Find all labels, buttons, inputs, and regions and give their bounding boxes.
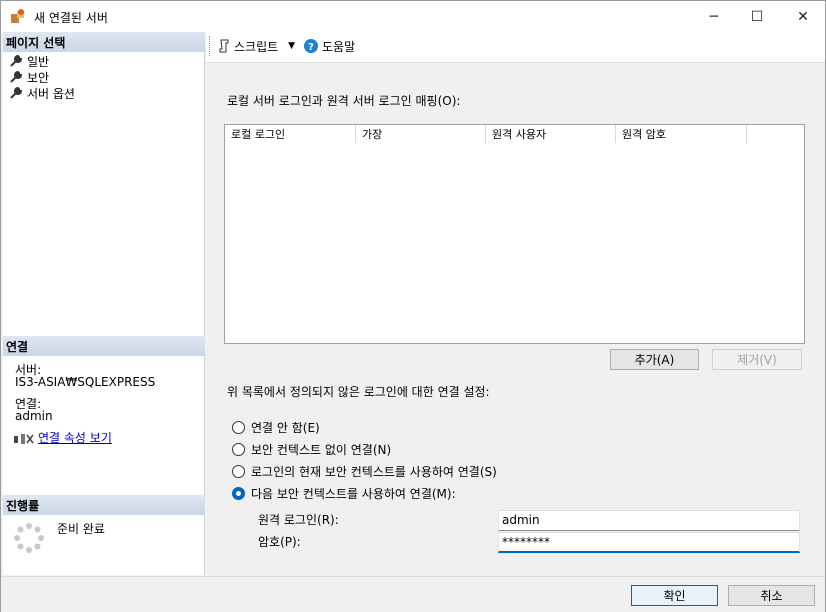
page-item-server-options[interactable]: 서버 옵션 xyxy=(9,85,75,101)
page-item-label: 일반 xyxy=(27,54,50,69)
radio-without-security-context[interactable]: 보안 컨텍스트 없이 연결(N) xyxy=(232,441,391,457)
password-label: 암호(P): xyxy=(258,535,301,549)
grid-column-impersonate[interactable]: 가장 xyxy=(356,125,486,143)
radio-label: 보안 컨텍스트 없이 연결(N) xyxy=(251,442,392,457)
radio-circle[interactable] xyxy=(232,420,245,434)
grid-column-remote-user[interactable]: 원격 사용자 xyxy=(486,125,616,143)
progress-spinner-icon xyxy=(14,523,44,553)
radio-circle[interactable] xyxy=(232,464,245,478)
connection-properties-icon xyxy=(14,434,34,444)
svg-text:?: ? xyxy=(308,42,314,53)
script-label: 스크립트 xyxy=(234,39,279,54)
script-icon xyxy=(219,39,229,53)
select-page-header: 페이지 선택 xyxy=(3,32,205,52)
grid-column-remote-password[interactable]: 원격 암호 xyxy=(616,125,747,143)
radio-circle[interactable] xyxy=(232,486,245,500)
radio-label: 다음 보안 컨텍스트를 사용하여 연결(M): xyxy=(251,486,456,501)
wrench-icon xyxy=(10,70,23,83)
login-mapping-label: 로컬 서버 로그인과 원격 서버 로그인 매핑(O): xyxy=(227,94,461,108)
radio-this-security-context[interactable]: 다음 보안 컨텍스트를 사용하여 연결(M): xyxy=(232,485,456,501)
linked-server-dialog: 새 연결된 서버 ─ ☐ ✕ 페이지 선택 일반 보안 서버 옵션 연결 서버:… xyxy=(0,0,826,612)
page-item-security[interactable]: 보안 xyxy=(9,69,49,85)
window-title: 새 연결된 서버 xyxy=(34,11,108,25)
radio-not-be-made[interactable]: 연결 안 함(E) xyxy=(232,419,320,435)
dialog-footer: 확인 취소 xyxy=(1,576,825,612)
toolbar-grip xyxy=(209,36,212,56)
grid-header: 로컬 로그인 가장 원격 사용자 원격 암호 xyxy=(225,125,747,143)
remove-button[interactable]: 제거(V) xyxy=(712,349,802,370)
ok-button[interactable]: 확인 xyxy=(631,585,718,606)
maximize-button[interactable]: ☐ xyxy=(734,1,780,32)
chevron-down-icon[interactable]: ▼ xyxy=(288,41,295,51)
script-button[interactable]: 스크립트 ▼ xyxy=(218,36,295,56)
title-bar: 새 연결된 서버 ─ ☐ ✕ xyxy=(1,1,825,32)
grid-column-local-login[interactable]: 로컬 로그인 xyxy=(225,125,356,143)
page-item-general[interactable]: 일반 xyxy=(9,53,49,69)
connection-value: admin xyxy=(15,409,53,423)
radio-circle[interactable] xyxy=(232,442,245,456)
view-connection-properties-link[interactable]: 연결 속성 보기 xyxy=(38,432,112,444)
wrench-icon xyxy=(10,54,23,67)
wrench-icon xyxy=(10,86,23,99)
login-mapping-grid[interactable]: 로컬 로그인 가장 원격 사용자 원격 암호 xyxy=(224,124,805,344)
toolbar: 스크립트 ▼ ? 도움말 xyxy=(206,32,825,63)
help-icon: ? xyxy=(304,39,318,53)
radio-label: 연결 안 함(E) xyxy=(251,420,320,435)
add-button[interactable]: 추가(A) xyxy=(610,349,699,370)
connection-header: 연결 xyxy=(3,336,205,356)
main-content: 로컬 서버 로그인과 원격 서버 로그인 매핑(O): 로컬 로그인 가장 원격… xyxy=(206,63,825,575)
cancel-button[interactable]: 취소 xyxy=(728,585,815,606)
server-value: IS3-ASIA₩SQLEXPRESS xyxy=(15,375,156,389)
help-button[interactable]: ? 도움말 xyxy=(304,36,355,56)
page-item-label: 서버 옵션 xyxy=(27,86,75,101)
progress-status: 준비 완료 xyxy=(57,522,105,536)
minimize-button[interactable]: ─ xyxy=(691,1,737,32)
progress-header: 진행률 xyxy=(3,495,205,515)
remote-login-label: 원격 로그인(R): xyxy=(258,513,339,527)
app-icon xyxy=(11,9,24,23)
radio-label: 로그인의 현재 보안 컨텍스트를 사용하여 연결(S) xyxy=(251,464,497,479)
password-input[interactable]: ******** xyxy=(498,532,800,553)
right-panel: 스크립트 ▼ ? 도움말 로컬 서버 로그인과 원격 서버 로그인 매핑(O):… xyxy=(206,32,825,575)
close-button[interactable]: ✕ xyxy=(780,1,826,32)
radio-current-security-context[interactable]: 로그인의 현재 보안 컨텍스트를 사용하여 연결(S) xyxy=(232,463,497,479)
remote-login-input[interactable]: admin xyxy=(498,510,800,531)
left-panel: 페이지 선택 일반 보안 서버 옵션 연결 서버: IS3-ASIA₩SQLEX… xyxy=(3,32,205,575)
help-label: 도움말 xyxy=(322,39,356,54)
page-item-label: 보안 xyxy=(27,70,50,85)
undefined-logins-label: 위 목록에서 정의되지 않은 로그인에 대한 연결 설정: xyxy=(227,385,490,399)
